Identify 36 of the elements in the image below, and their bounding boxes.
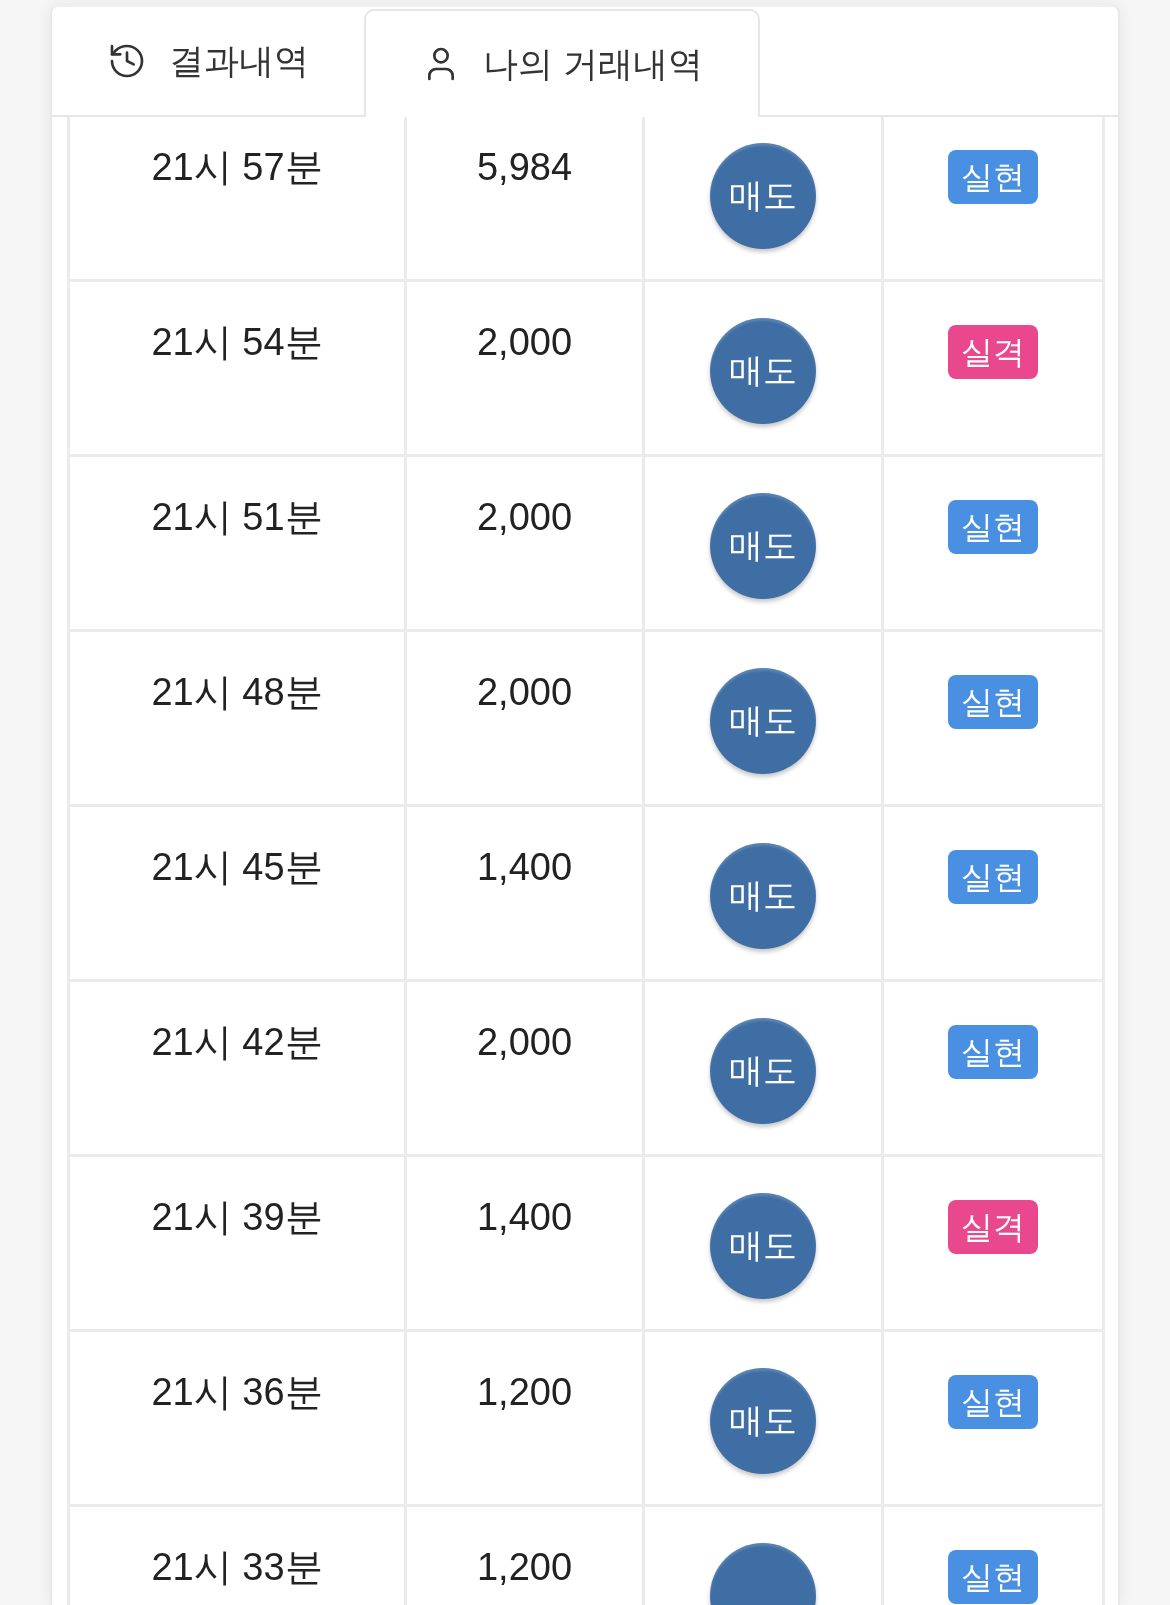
amount-cell: 1,400 xyxy=(405,805,644,981)
result-badge: 실현 xyxy=(948,675,1038,729)
amount-cell: 2,000 xyxy=(405,630,644,806)
result-badge: 실현 xyxy=(948,500,1038,554)
amount-cell: 1,400 xyxy=(405,1155,644,1331)
result-badge: 실현 xyxy=(948,850,1038,904)
sell-button[interactable]: 매도 xyxy=(710,1368,816,1474)
sell-button[interactable]: 매도 xyxy=(710,318,816,424)
result-badge: 실현 xyxy=(948,1550,1038,1604)
sell-button[interactable]: 매도 xyxy=(710,1018,816,1124)
sell-button[interactable]: 매도 xyxy=(710,1193,816,1299)
amount-cell: 2,000 xyxy=(405,280,644,456)
time-cell: 21시 39분 xyxy=(68,1155,406,1331)
time-cell: 21시 48분 xyxy=(68,630,406,806)
sell-button[interactable]: 매도 xyxy=(710,493,816,599)
result-badge: 실격 xyxy=(948,1200,1038,1254)
time-cell: 21시 54분 xyxy=(68,280,406,456)
amount-cell: 1,200 xyxy=(405,1330,644,1506)
time-cell: 21시 36분 xyxy=(68,1330,406,1506)
amount-cell: 5,984 xyxy=(405,117,644,281)
sell-button[interactable]: 매도 xyxy=(710,668,816,774)
time-cell: 21시 33분 xyxy=(68,1505,406,1605)
sell-button[interactable]: 매도 xyxy=(710,843,816,949)
tab[interactable]: 나의 거래내역 xyxy=(364,9,760,117)
tab[interactable]: 결과내역 xyxy=(52,7,364,117)
time-cell: 21시 42분 xyxy=(68,980,406,1156)
time-cell: 21시 45분 xyxy=(68,805,406,981)
result-badge: 실현 xyxy=(948,1375,1038,1429)
result-badge: 실격 xyxy=(948,325,1038,379)
sell-button[interactable]: 매도 xyxy=(710,143,816,249)
time-cell: 21시 51분 xyxy=(68,455,406,631)
result-badge: 실현 xyxy=(948,150,1038,204)
time-cell: 21시 57분 xyxy=(68,117,406,281)
result-badge: 실현 xyxy=(948,1025,1038,1079)
amount-cell: 2,000 xyxy=(405,455,644,631)
amount-cell: 2,000 xyxy=(405,980,644,1156)
